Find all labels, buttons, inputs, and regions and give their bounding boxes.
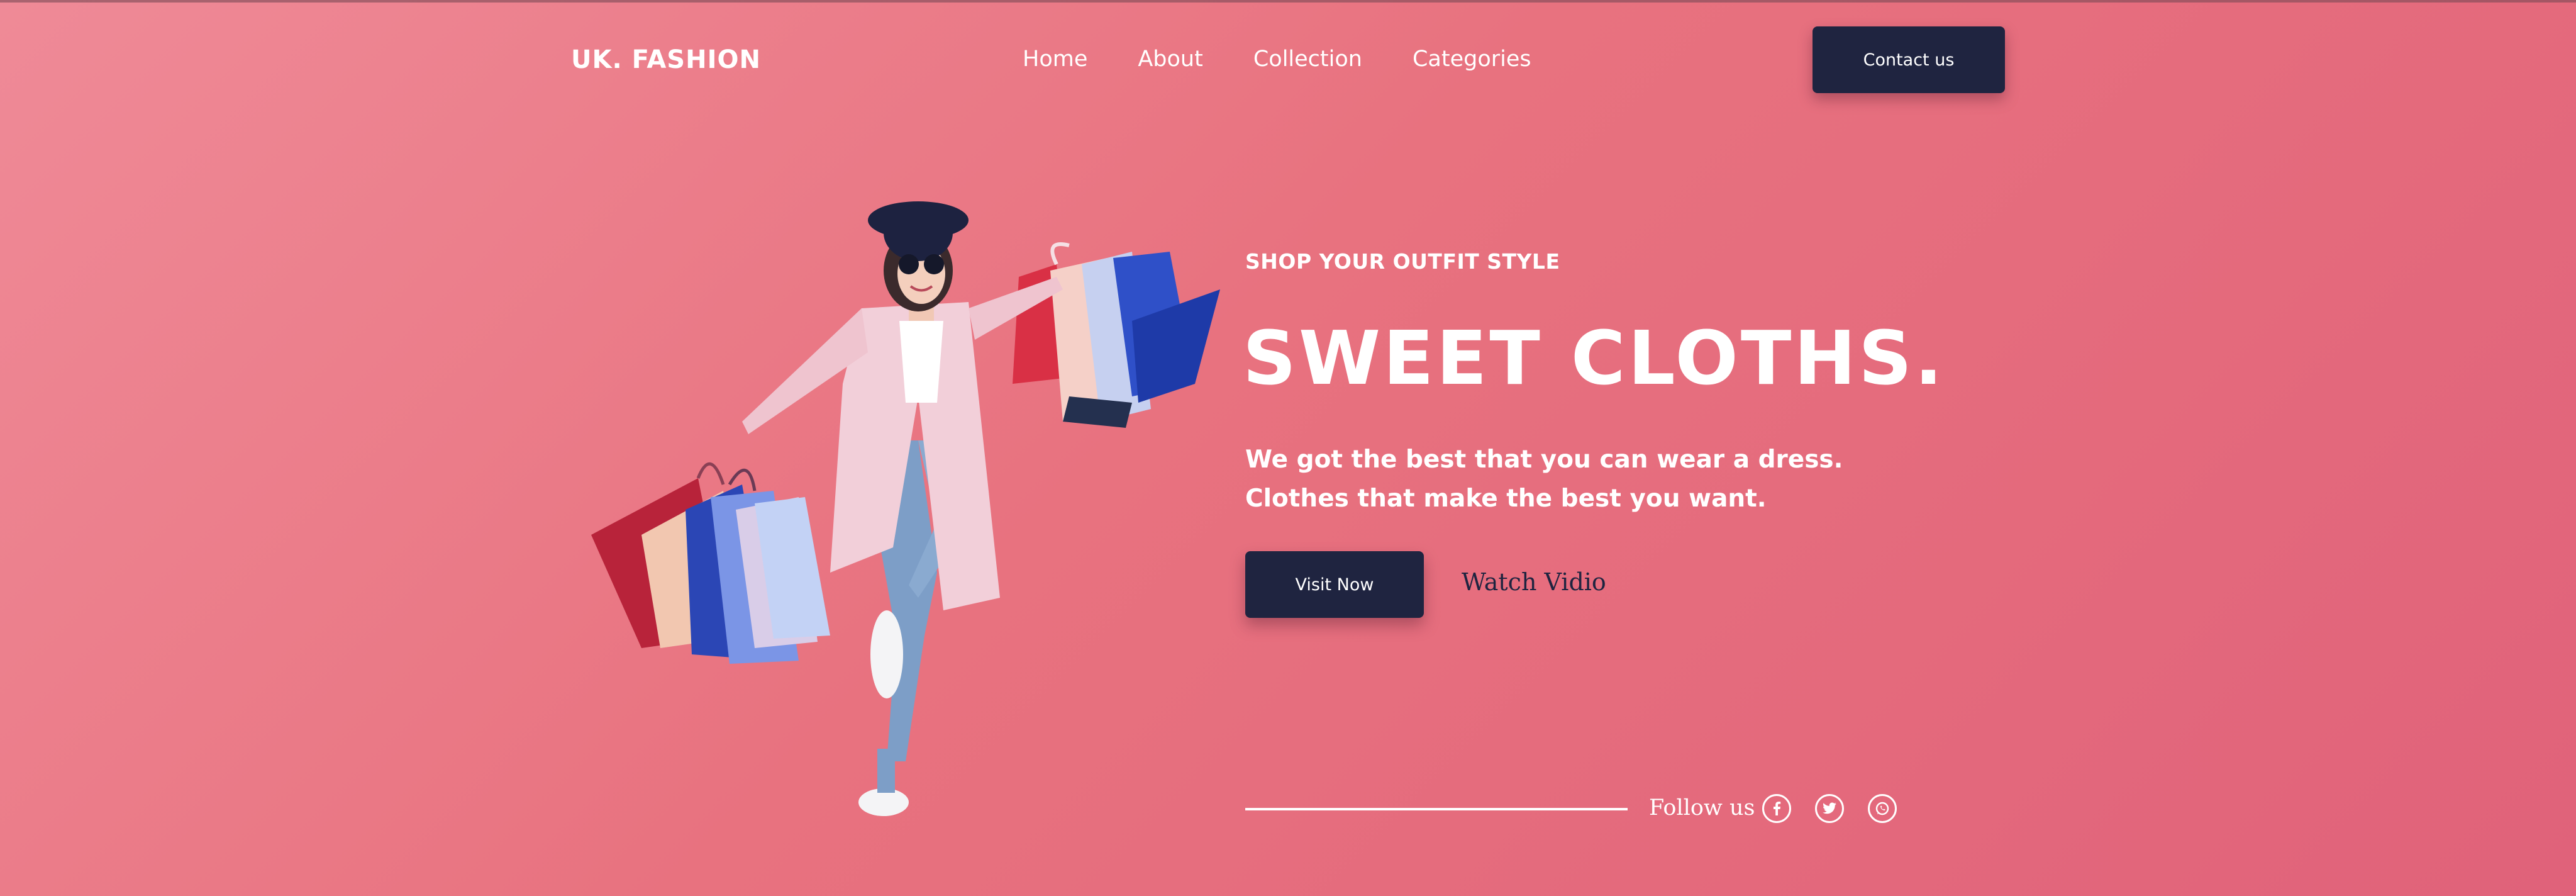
- nav-collection[interactable]: Collection: [1253, 47, 1362, 72]
- follow-divider: [1245, 808, 1628, 810]
- hero-headline: SWEET CLOTHS.: [1243, 315, 1945, 401]
- hero-kicker: SHOP YOUR OUTFIT STYLE: [1245, 249, 1560, 274]
- contact-us-button[interactable]: Contact us: [1813, 26, 2005, 93]
- hero-image: [591, 201, 1220, 816]
- twitter-icon[interactable]: [1815, 794, 1844, 823]
- facebook-icon[interactable]: [1762, 794, 1791, 823]
- top-border: [0, 0, 2576, 3]
- watch-video-link[interactable]: Watch Vidio: [1462, 568, 1606, 596]
- whatsapp-icon[interactable]: [1868, 794, 1897, 823]
- nav-categories[interactable]: Categories: [1413, 47, 1531, 72]
- follow-us-label: Follow us: [1649, 795, 1755, 820]
- main-nav: Home About Collection Categories: [1023, 47, 1582, 72]
- nav-home[interactable]: Home: [1023, 47, 1087, 72]
- hero-description: We got the best that you can wear a dres…: [1245, 445, 1843, 513]
- left-shopping-bags: [591, 462, 830, 664]
- right-shopping-bags: [1013, 242, 1220, 428]
- brand-logo[interactable]: UK. FASHION: [571, 45, 761, 74]
- nav-about[interactable]: About: [1138, 47, 1202, 72]
- visit-now-button[interactable]: Visit Now: [1245, 551, 1424, 618]
